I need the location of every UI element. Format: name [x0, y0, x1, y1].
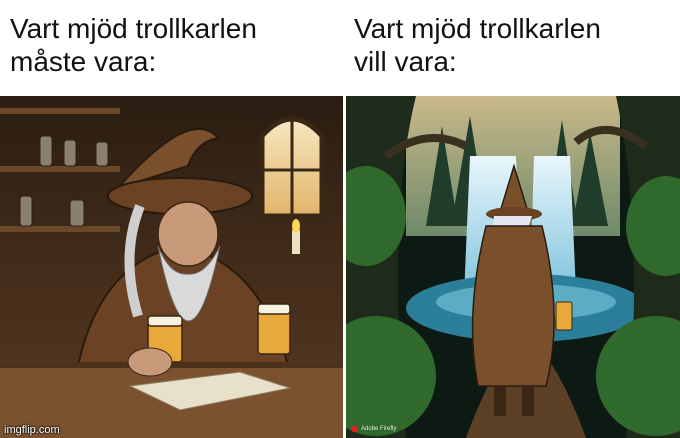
firefly-logo-icon	[352, 426, 358, 432]
tavern-illustration	[0, 96, 343, 438]
left-image-tavern-wizard: imgflip.com	[0, 96, 343, 438]
caption-left: Vart mjöd trollkarlen måste vara:	[10, 13, 257, 77]
adobe-firefly-badge: Adobe Firefly	[352, 426, 396, 432]
forest-illustration	[346, 96, 680, 438]
firefly-badge-label: Adobe Firefly	[361, 426, 397, 432]
imgflip-watermark: imgflip.com	[4, 424, 60, 436]
caption-right: Vart mjöd trollkarlen vill vara:	[354, 13, 601, 77]
right-image-forest-wizard: Adobe Firefly	[346, 96, 680, 438]
